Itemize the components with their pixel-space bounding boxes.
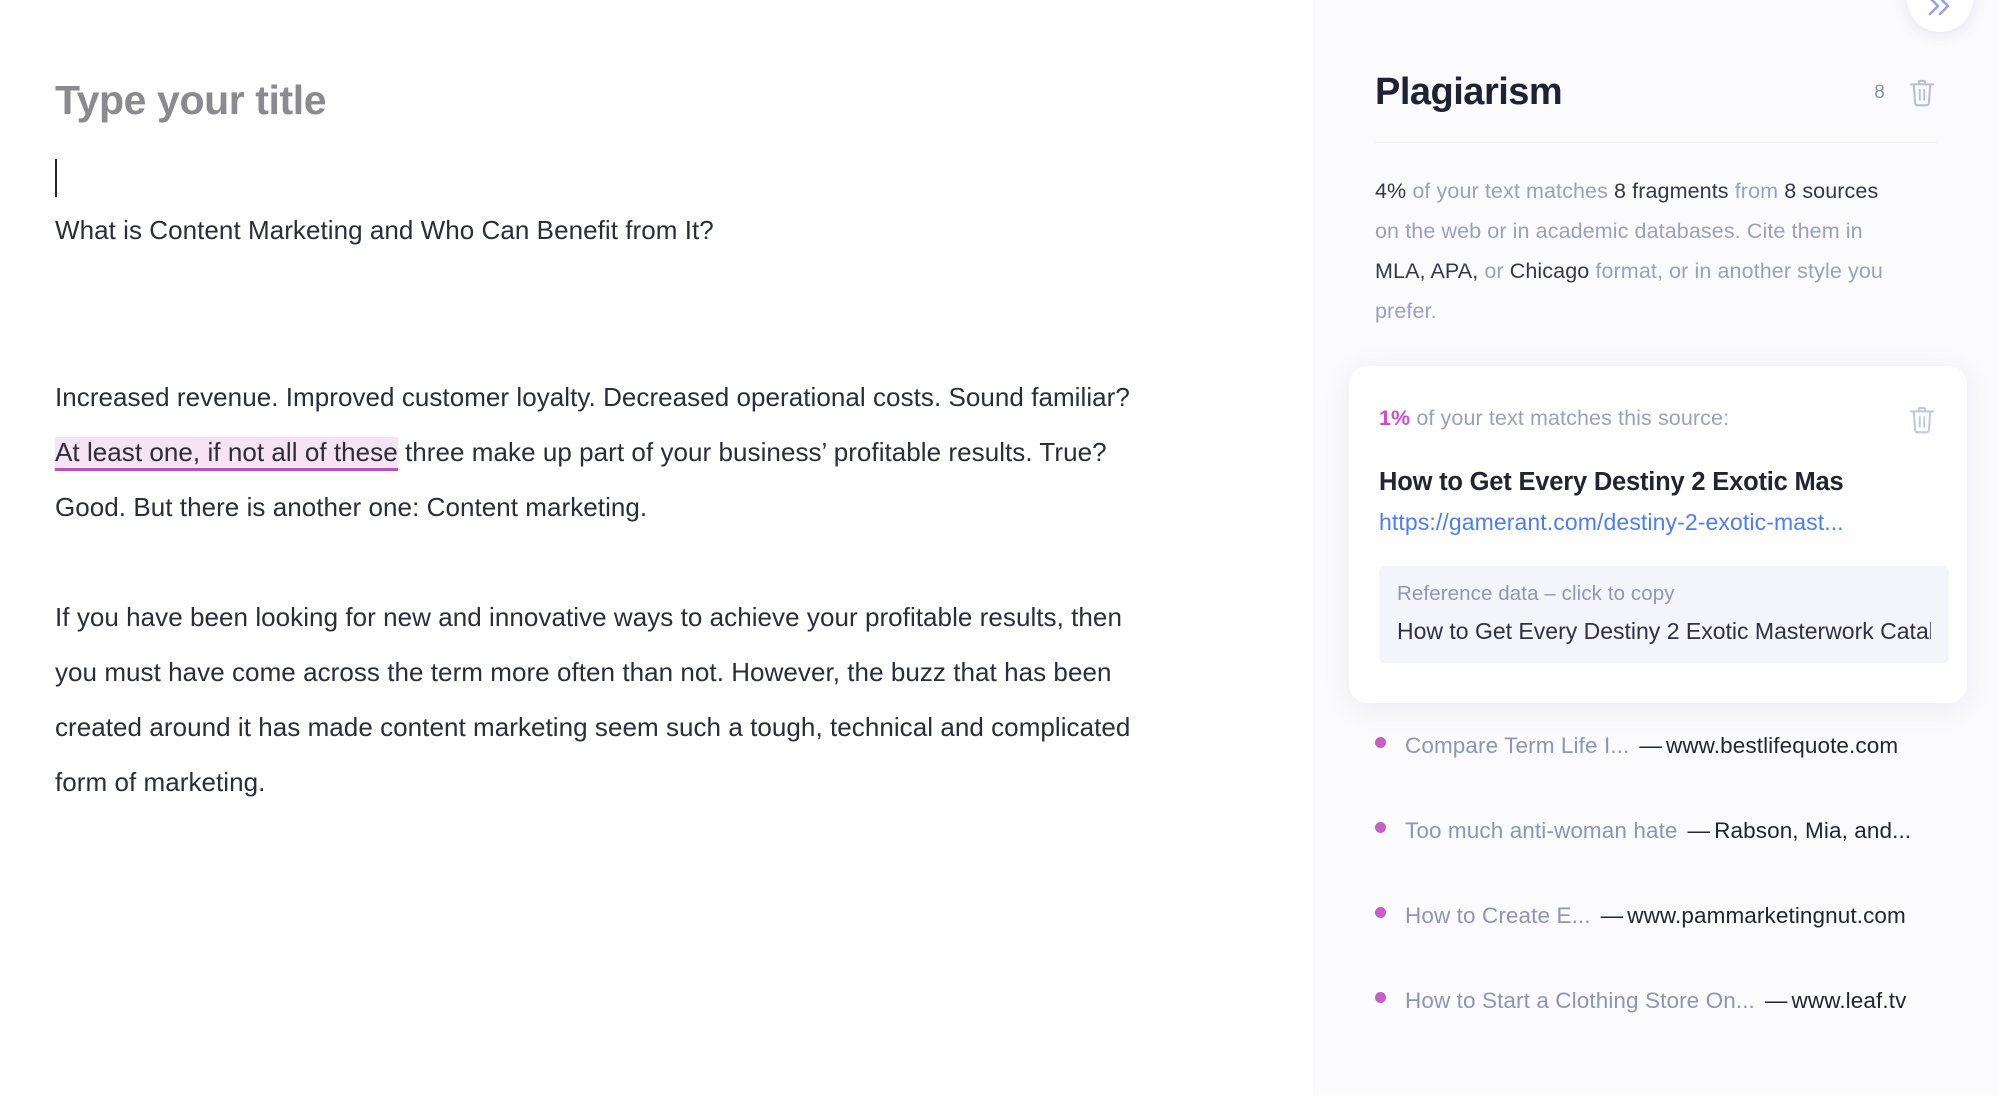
- bullet-icon: [1375, 991, 1386, 1003]
- source-match-line: 1% of your text matches this source:: [1379, 404, 1907, 431]
- source-item-domain: www.bestlifequote.com: [1665, 732, 1899, 758]
- summary-sources: 8 sources: [1784, 178, 1879, 203]
- editor-caret-line[interactable]: [55, 157, 1313, 203]
- summary-text-4: or: [1478, 258, 1510, 283]
- plagiarism-count-badge: 8: [1874, 81, 1885, 103]
- paragraph-gap-2: [55, 535, 1140, 590]
- document-editor-pane[interactable]: Type your title What is Content Marketin…: [0, 0, 1313, 1095]
- source-match-percent: 1%: [1379, 405, 1411, 430]
- reference-data-block[interactable]: Reference data – click to copy How to Ge…: [1379, 565, 1949, 663]
- body-paragraph-2: If you have been looking for new and inn…: [55, 590, 1140, 810]
- source-item-title[interactable]: How to Start a Clothing Store On...: [1405, 988, 1755, 1014]
- source-item-dash: —: [1687, 817, 1711, 843]
- panel-header: Plagiarism 8: [1313, 0, 1999, 114]
- reference-data-value: How to Get Every Destiny 2 Exotic Master…: [1397, 617, 1931, 644]
- source-item-dash: —: [1764, 987, 1788, 1013]
- document-title-input[interactable]: Type your title: [55, 77, 1313, 123]
- source-item-domain: Rabson, Mia, and...: [1714, 817, 1912, 843]
- panel-title: Plagiarism: [1375, 71, 1563, 113]
- plagiarism-source-card[interactable]: 1% of your text matches this source: How…: [1349, 365, 1967, 703]
- source-item-title[interactable]: How to Create E...: [1405, 903, 1591, 929]
- summary-text-1: of your text matches: [1406, 178, 1615, 203]
- text-cursor: [55, 159, 57, 198]
- bullet-icon: [1375, 736, 1386, 748]
- summary-citation-styles: MLA, APA,: [1375, 258, 1479, 283]
- paragraph-1-before: Increased revenue. Improved customer loy…: [55, 382, 1130, 413]
- source-item-dash: —: [1639, 732, 1662, 758]
- bullet-icon: [1375, 906, 1386, 918]
- plagiarism-checker-screen: Type your title What is Content Marketin…: [0, 0, 1999, 1095]
- plagiarism-panel: Plagiarism 8 4% of your text matches 8 f…: [1313, 0, 1999, 1095]
- summary-text-3: on the web or in academic databases. Cit…: [1375, 218, 1863, 243]
- list-item[interactable]: How to Create E... — www.pammarketingnut…: [1375, 903, 1959, 988]
- list-item[interactable]: Compare Term Life I... — www.bestlifequo…: [1375, 733, 1959, 818]
- summary-text-2: from: [1728, 178, 1785, 203]
- source-item-domain: www.pammarketingnut.com: [1627, 902, 1906, 928]
- trash-icon: [1909, 79, 1935, 107]
- other-sources-list: Compare Term Life I... — www.bestlifequo…: [1313, 733, 1999, 1073]
- paragraph-2-text: If you have been looking for new and inn…: [55, 602, 1131, 798]
- bullet-icon: [1375, 821, 1386, 833]
- source-url-link[interactable]: https://gamerant.com/destiny-2-exotic-ma…: [1349, 509, 1967, 536]
- reference-data-label: Reference data – click to copy: [1397, 581, 1675, 605]
- summary-chicago-style: Chicago: [1509, 258, 1590, 283]
- body-paragraph-1: Increased revenue. Improved customer loy…: [55, 370, 1140, 535]
- trash-icon: [1909, 406, 1935, 434]
- summary-percent: 4%: [1375, 178, 1407, 203]
- source-title: How to Get Every Destiny 2 Exotic Mas: [1379, 467, 1844, 496]
- source-match-text: of your text matches this source:: [1410, 405, 1730, 430]
- source-item-dash: —: [1600, 902, 1624, 928]
- source-item-domain: www.leaf.tv: [1791, 987, 1907, 1013]
- body-heading-text: What is Content Marketing and Who Can Be…: [55, 215, 714, 246]
- delete-all-button[interactable]: [1907, 77, 1937, 109]
- double-chevron-right-icon: [1928, 0, 1950, 16]
- list-item[interactable]: How to Start a Clothing Store On... — ww…: [1375, 988, 1959, 1073]
- summary-fragments: 8 fragments: [1614, 178, 1729, 203]
- document-body[interactable]: What is Content Marketing and Who Can Be…: [55, 203, 1140, 810]
- plagiarism-summary-text: 4% of your text matches 8 fragments from…: [1313, 143, 1953, 331]
- source-item-title[interactable]: Too much anti-woman hate: [1405, 818, 1678, 844]
- delete-source-button[interactable]: [1907, 404, 1937, 436]
- source-item-title[interactable]: Compare Term Life I...: [1405, 733, 1629, 759]
- body-heading-paragraph: What is Content Marketing and Who Can Be…: [55, 203, 1140, 258]
- source-card-header: 1% of your text matches this source:: [1349, 404, 1967, 436]
- plagiarism-highlight-fragment[interactable]: At least one, if not all of these: [55, 437, 398, 472]
- list-item[interactable]: Too much anti-woman hate — Rabson, Mia, …: [1375, 818, 1959, 903]
